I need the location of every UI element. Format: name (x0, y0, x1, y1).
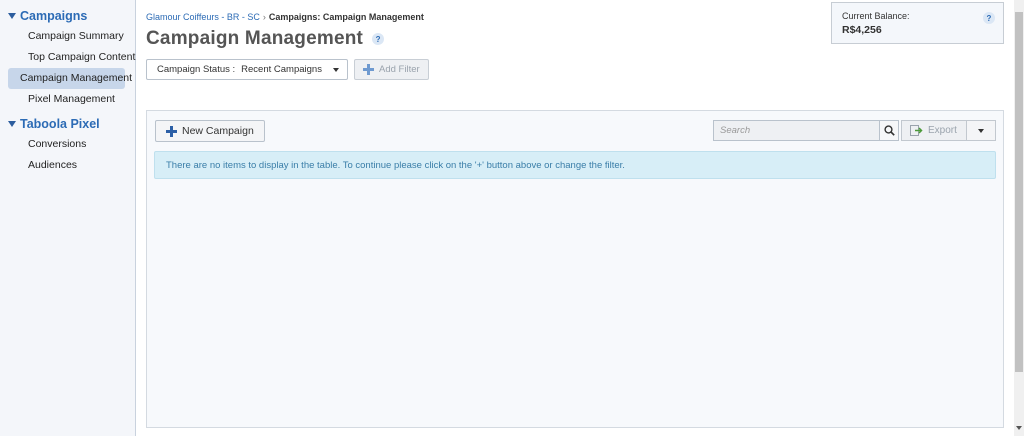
sidebar-group-campaigns: Campaign Summary Top Campaign Content Ca… (0, 26, 135, 110)
search-group (713, 120, 899, 141)
search-icon (883, 125, 895, 136)
breadcrumb: Glamour Coiffeurs - BR - SC › Campaigns: C… (146, 12, 424, 22)
caret-down-icon (978, 128, 984, 133)
campaign-status-dropdown[interactable]: Campaign Status : Recent Campaigns (146, 59, 348, 80)
scrollbar-thumb[interactable] (1015, 12, 1023, 372)
filter-row: Campaign Status : Recent Campaigns Add F… (146, 59, 429, 80)
breadcrumb-separator: › (262, 12, 266, 22)
plus-icon (363, 64, 374, 75)
new-campaign-button[interactable]: New Campaign (155, 120, 265, 142)
app-root: Campaigns Campaign Summary Top Campaign … (0, 0, 1024, 436)
export-icon (910, 125, 923, 136)
main-content: Glamour Coiffeurs - BR - SC › Campaigns: C… (136, 0, 1014, 436)
sidebar-group-taboola-pixel: Conversions Audiences (0, 134, 135, 176)
page-scrollbar[interactable] (1014, 0, 1024, 436)
help-icon[interactable]: ? (372, 33, 385, 45)
add-filter-button[interactable]: Add Filter (354, 59, 429, 80)
sidebar-item-campaign-summary[interactable]: Campaign Summary (8, 26, 125, 47)
sidebar-item-conversions[interactable]: Conversions (8, 134, 125, 155)
sidebar-item-top-campaign-content[interactable]: Top Campaign Content (8, 47, 135, 68)
sidebar: Campaigns Campaign Summary Top Campaign … (0, 0, 136, 436)
campaign-status-label: Campaign Status : (157, 64, 236, 75)
export-button[interactable]: Export (901, 120, 967, 141)
balance-box: Current Balance: R$4,256 ? (831, 2, 1004, 44)
sidebar-item-pixel-management[interactable]: Pixel Management (8, 89, 125, 110)
collapse-caret-icon (8, 13, 16, 19)
sidebar-section-taboola-pixel[interactable]: Taboola Pixel (0, 114, 135, 134)
search-input[interactable] (713, 120, 879, 141)
balance-label: Current Balance: (842, 11, 910, 21)
sidebar-section-title: Campaigns (20, 9, 88, 23)
sidebar-item-audiences[interactable]: Audiences (8, 155, 125, 176)
caret-down-icon (333, 67, 339, 72)
balance-value: R$4,256 (842, 24, 882, 36)
help-icon[interactable]: ? (983, 12, 995, 24)
page-title: Campaign Management (146, 28, 364, 49)
export-label: Export (928, 125, 957, 136)
export-group: Export (901, 120, 996, 141)
campaigns-panel: New Campaign Export (146, 110, 1004, 428)
sidebar-item-campaign-management[interactable]: Campaign Management (8, 68, 132, 89)
empty-table-message: There are no items to display in the tab… (154, 151, 996, 179)
breadcrumb-current: Campaigns: Campaign Management (268, 12, 424, 22)
search-button[interactable] (879, 120, 899, 141)
add-filter-label: Add Filter (379, 64, 420, 75)
campaign-status-value: Recent Campaigns (241, 64, 322, 75)
breadcrumb-account-link[interactable]: Glamour Coiffeurs - BR - SC (146, 12, 260, 22)
sidebar-section-campaigns[interactable]: Campaigns (0, 6, 135, 26)
new-campaign-label: New Campaign (182, 125, 254, 137)
scroll-down-arrow-icon[interactable] (1016, 426, 1022, 430)
title-row: Campaign Management ? (146, 28, 385, 50)
export-options-dropdown[interactable] (967, 120, 996, 141)
plus-icon (166, 125, 177, 137)
collapse-caret-icon (8, 121, 16, 127)
sidebar-section-title: Taboola Pixel (20, 117, 100, 131)
